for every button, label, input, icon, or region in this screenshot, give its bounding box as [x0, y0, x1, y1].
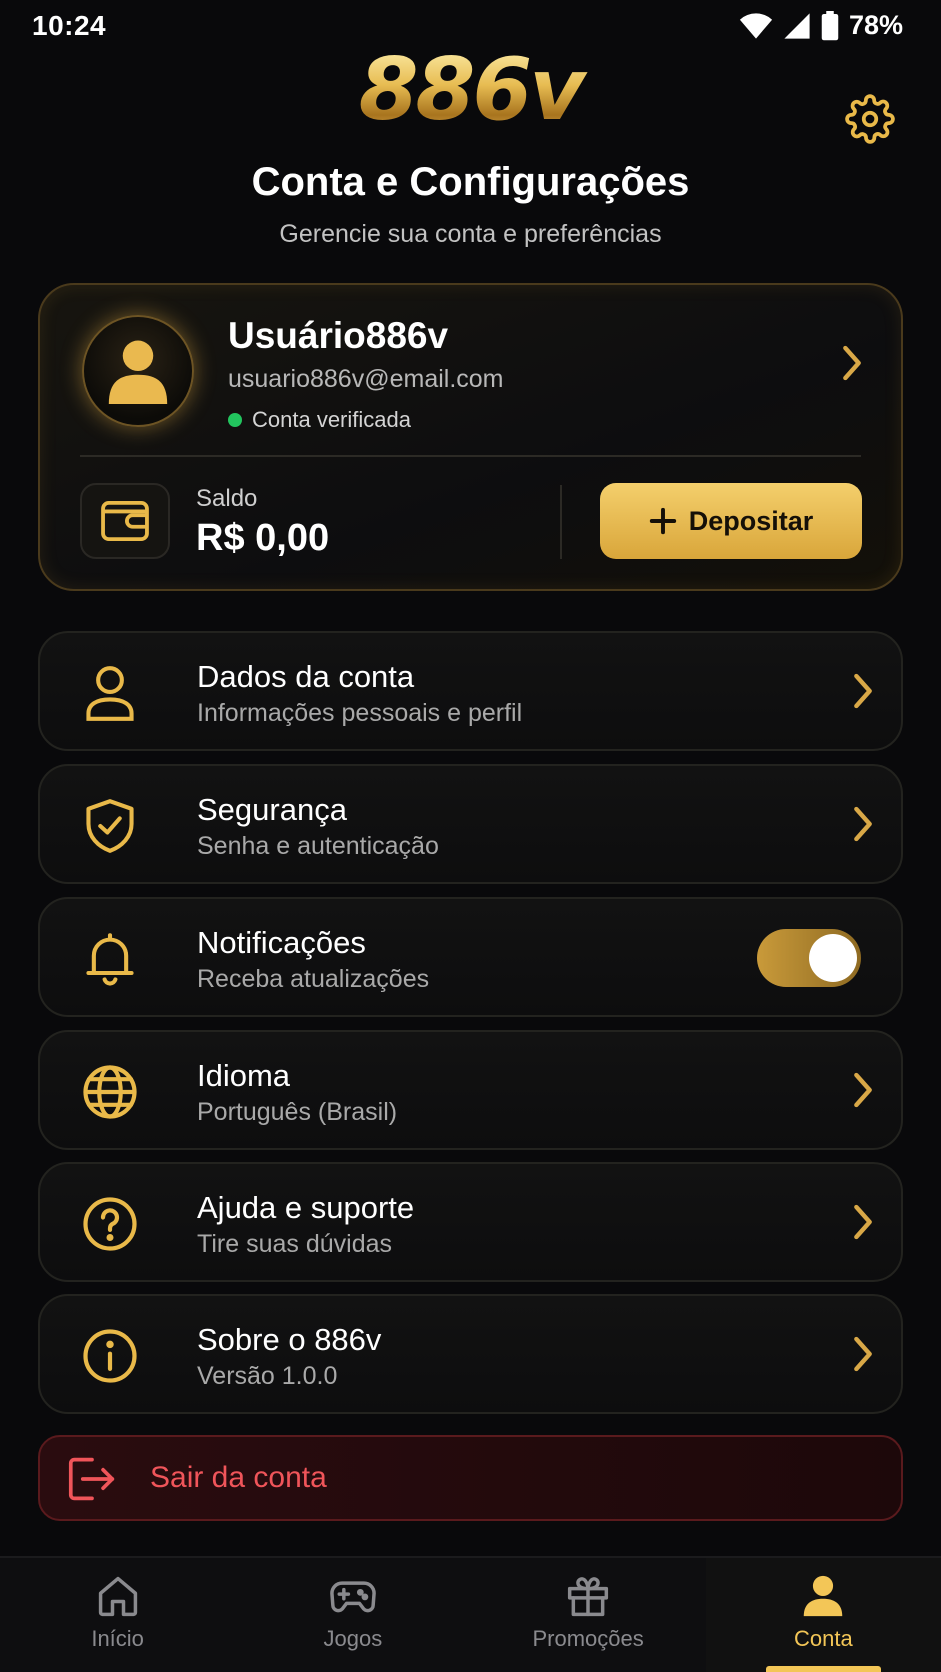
menu-subtitle: Português (Brasil) — [197, 1098, 398, 1126]
balance-label: Saldo — [196, 485, 258, 512]
brand-logo: 886v — [0, 40, 941, 140]
status-time: 10:24 — [32, 10, 107, 41]
gear-icon — [845, 94, 895, 144]
menu-item-notifications: Notificações Receba atualizações — [38, 897, 903, 1017]
chevron-right-icon[interactable] — [839, 343, 865, 383]
logout-icon — [68, 1457, 115, 1501]
nav-label: Conta — [794, 1626, 853, 1651]
info-icon — [83, 1329, 137, 1383]
toggle-knob — [809, 934, 857, 982]
menu-subtitle: Informações pessoais e perfil — [197, 699, 523, 727]
chevron-right-icon — [854, 673, 872, 709]
menu-icon-wrap — [80, 1062, 140, 1122]
menu-subtitle: Tire suas dúvidas — [197, 1230, 392, 1258]
nav-label: Promoções — [532, 1626, 644, 1651]
nav-label: Início — [91, 1626, 144, 1651]
plus-icon — [649, 507, 676, 535]
nav-item-promocoes[interactable]: Promoções — [471, 1558, 706, 1672]
menu-title: Idioma — [197, 1058, 291, 1093]
globe-icon — [83, 1065, 137, 1119]
chevron-right-icon — [854, 806, 872, 842]
menu-icon-wrap — [80, 796, 140, 856]
balance-value: R$ 0,00 — [196, 517, 330, 559]
menu-title: Sobre o 886v — [197, 1322, 382, 1357]
user-icon — [804, 1575, 843, 1617]
notifications-toggle[interactable] — [757, 929, 861, 987]
status-icons: 78% — [739, 10, 903, 41]
status-dot — [228, 413, 242, 427]
menu-subtitle: Senha e autenticação — [197, 832, 439, 860]
home-icon — [98, 1576, 137, 1617]
divider — [560, 485, 562, 559]
verification-status: Conta verificada — [228, 407, 411, 433]
nav-item-conta[interactable]: Conta — [705, 1558, 941, 1672]
avatar — [82, 315, 194, 427]
menu-item-account-data[interactable]: Dados da conta Informações pessoais e pe… — [38, 631, 903, 751]
gift-icon — [568, 1577, 609, 1617]
bottom-nav: Início Jogos Promoções Conta — [0, 1556, 941, 1672]
menu-icon-wrap — [80, 929, 140, 989]
menu-item-security[interactable]: Segurança Senha e autenticação — [38, 764, 903, 884]
username: Usuário886v — [228, 315, 449, 356]
divider — [80, 455, 861, 457]
profile-card[interactable]: Usuário886v usuario886v@email.com Conta … — [38, 283, 903, 591]
nav-item-inicio[interactable]: Início — [0, 1558, 235, 1672]
settings-button[interactable] — [843, 92, 897, 146]
chevron-right-icon — [854, 1072, 872, 1108]
menu-title: Segurança — [197, 792, 347, 827]
battery-icon — [821, 10, 839, 40]
menu-icon-wrap — [80, 663, 140, 723]
menu-item-language[interactable]: Idioma Português (Brasil) — [38, 1030, 903, 1150]
menu-title: Ajuda e suporte — [197, 1190, 415, 1225]
shield-check-icon — [86, 799, 134, 853]
battery-percent: 78% — [848, 10, 903, 40]
bell-icon — [86, 933, 134, 986]
wallet-icon — [101, 500, 149, 542]
page-title: Conta e Configurações — [251, 160, 690, 204]
user-icon — [86, 666, 134, 721]
menu-item-about[interactable]: Sobre o 886v Versão 1.0.0 — [38, 1294, 903, 1414]
help-circle-icon — [83, 1197, 137, 1251]
menu-title: Notificações — [197, 925, 366, 960]
logout-button[interactable]: Sair da conta — [38, 1435, 903, 1521]
signal-icon — [784, 12, 810, 39]
verification-label: Conta verificada — [252, 407, 411, 432]
user-avatar-icon — [108, 340, 168, 404]
chevron-right-icon — [854, 1336, 872, 1372]
logout-label: Sair da conta — [150, 1461, 327, 1494]
nav-label: Jogos — [323, 1626, 383, 1651]
page-subtitle: Gerencie sua conta e preferências — [279, 220, 662, 248]
chevron-right-icon — [854, 1204, 872, 1240]
deposit-button[interactable]: Depositar — [600, 483, 862, 559]
menu-icon-wrap — [80, 1326, 140, 1386]
active-indicator — [765, 1666, 881, 1672]
menu-subtitle: Receba atualizações — [197, 965, 430, 993]
wifi-icon — [739, 12, 773, 39]
nav-item-jogos[interactable]: Jogos — [235, 1558, 470, 1672]
menu-item-help[interactable]: Ajuda e suporte Tire suas dúvidas — [38, 1162, 903, 1282]
deposit-label: Depositar — [688, 505, 814, 536]
menu-title: Dados da conta — [197, 659, 415, 694]
gamepad-icon — [330, 1581, 376, 1613]
menu-icon-wrap — [80, 1194, 140, 1254]
wallet-icon-box — [80, 483, 170, 559]
menu-subtitle: Versão 1.0.0 — [197, 1362, 338, 1390]
user-email: usuario886v@email.com — [228, 365, 504, 393]
